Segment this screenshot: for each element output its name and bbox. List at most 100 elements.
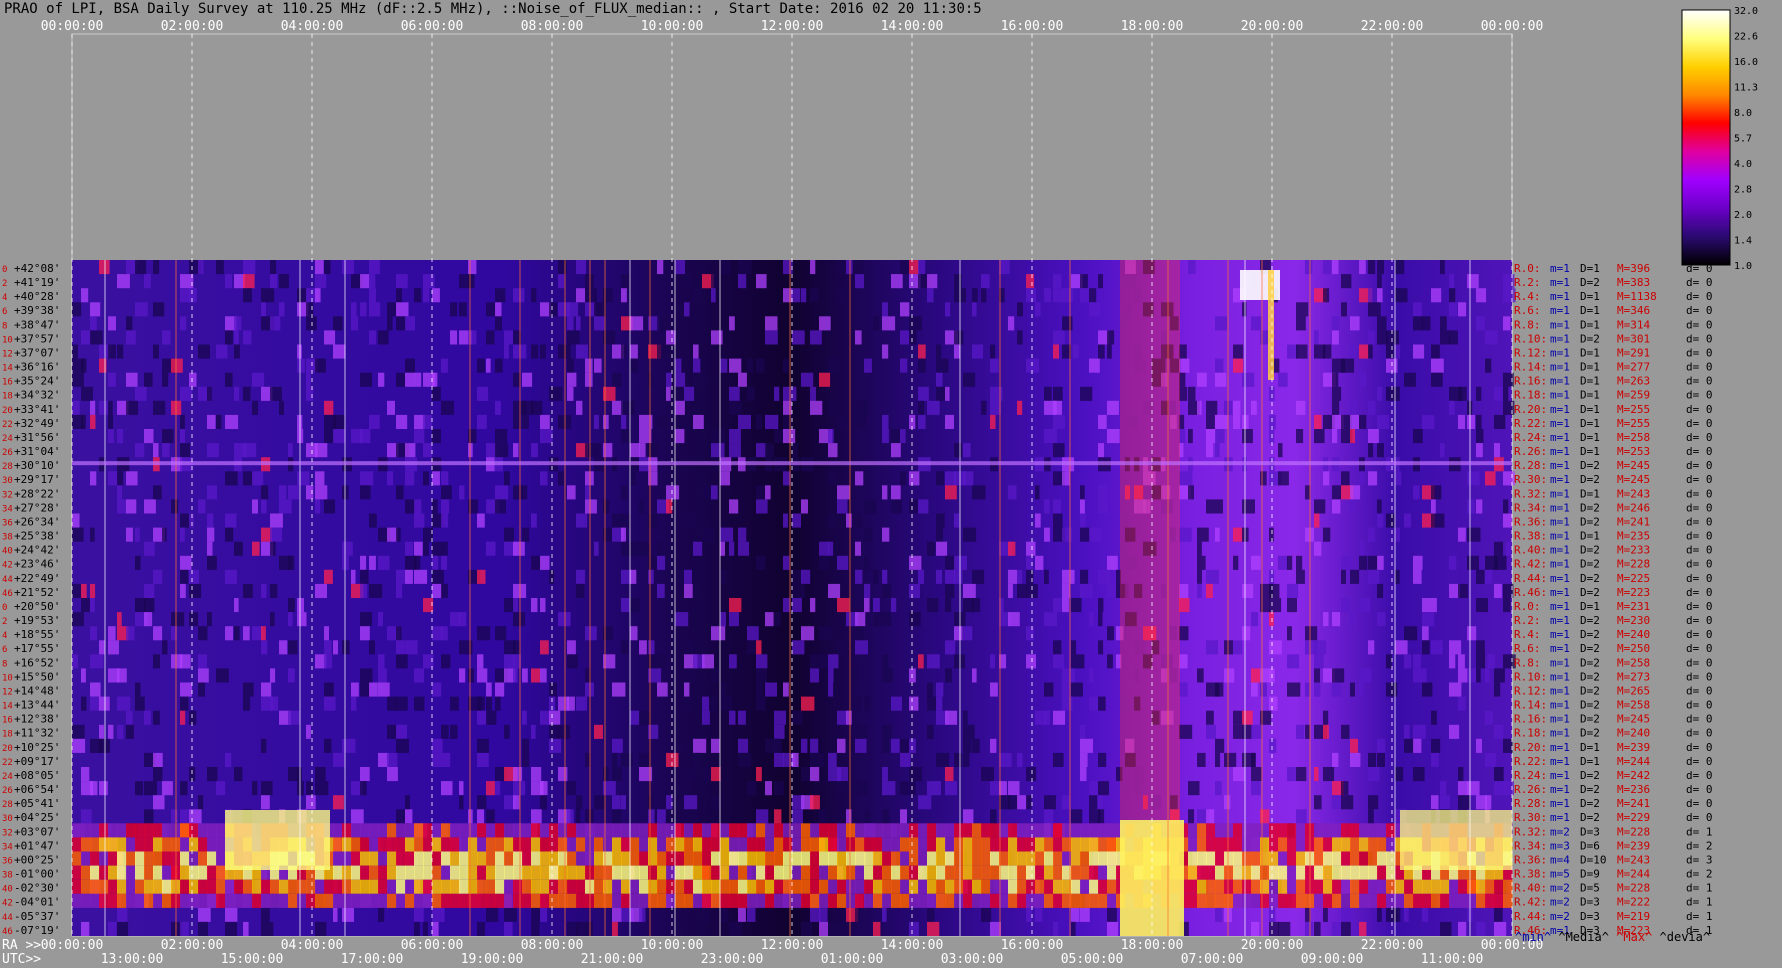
band-cell [963,851,973,866]
band-cell [1026,823,1036,838]
row-stat-dev: d= 0 [1686,290,1713,303]
noise-cell [684,274,693,289]
band-cell [963,837,973,852]
noise-cell [1098,443,1104,458]
noise-cell [774,809,782,824]
ra-tick-label: 12:00:00 [761,938,824,953]
noise-cell [414,555,421,570]
band-cell [1404,893,1414,908]
noise-cell [1062,668,1075,683]
noise-cell [1251,752,1256,767]
band-cell [702,823,712,838]
noise-cell [954,569,963,584]
noise-cell [756,654,768,669]
band-cell [621,823,631,838]
row-stat-id: R.2: [1514,276,1541,289]
noise-cell [702,710,710,725]
noise-cell [1476,499,1483,514]
band-cell [1215,893,1225,908]
noise-cell [180,569,189,584]
noise-cell [1035,555,1044,570]
noise-cell [990,400,1001,415]
noise-cell [486,809,495,824]
noise-cell [783,429,796,444]
band-cell [864,879,874,894]
noise-cell [324,696,336,711]
band-cell [1449,879,1459,894]
noise-cell [1098,640,1104,655]
noise-cell [747,907,756,922]
band-cell [1269,823,1279,838]
noise-cell [729,710,736,725]
noise-cell [720,541,725,556]
band-cell [1386,865,1396,880]
band-cell [369,893,379,908]
noise-cell [558,471,564,486]
row-stat-dev: d= 0 [1686,783,1713,796]
noise-cell [1323,344,1332,359]
band-cell [1044,823,1054,838]
noise-cell [828,583,841,598]
noise-cell [369,330,377,345]
noise-cell [225,330,233,345]
band-cell [963,823,973,838]
row-stat-min: m=2 [1550,910,1570,923]
bright-source [1268,270,1274,380]
noise-cell [828,682,834,697]
row-stat-dev: d= 1 [1686,896,1713,909]
noise-cell [648,640,655,655]
band-cell [378,879,388,894]
noise-cell [117,668,127,683]
noise-cell [639,710,651,725]
band-cell [594,823,604,838]
row-stat-max: M=245 [1617,473,1650,486]
band-cell [981,837,991,852]
noise-cell [117,921,129,936]
band-cell [459,879,469,894]
row-number: 24 [2,434,13,444]
noise-cell [540,781,548,796]
band-cell [711,823,721,838]
band-cell [90,893,100,908]
band-cell [765,837,775,852]
band-cell [630,837,640,852]
noise-cell [594,443,602,458]
noise-cell [279,274,289,289]
noise-cell [216,668,229,683]
noise-cell [1395,471,1402,486]
noise-cell [324,682,334,697]
noise-cell [648,569,654,584]
noise-cell [882,809,890,824]
noise-cell [918,795,932,810]
noise-cell [243,682,254,697]
noise-cell [1071,598,1082,613]
noise-cell [702,527,715,542]
noise-cell [882,724,892,739]
row-stat-median: D=2 [1580,713,1600,726]
noise-cell [882,612,891,627]
row-number: 46 [2,927,13,937]
band-cell [396,837,406,852]
row-stat-dev: d= 0 [1686,530,1713,543]
row-number: 18 [2,730,13,740]
noise-cell [1494,907,1503,922]
row-stat-median: D=1 [1580,389,1600,402]
noise-cell [270,612,275,627]
row-stat-id: R.26: [1514,445,1547,458]
noise-cell [207,513,214,528]
row-stat-id: R.22: [1514,417,1547,430]
declination-label: +16°52' [14,656,60,669]
noise-cell [360,682,370,697]
noise-cell [441,358,448,373]
band-cell [783,865,793,880]
row-stat-dev: d= 0 [1686,558,1713,571]
colorbar-tick-label: 16.0 [1734,57,1758,68]
band-cell [540,837,550,852]
noise-cell [405,795,410,810]
band-cell [1233,879,1243,894]
noise-cell [1332,612,1341,627]
row-stat-dev: d= 3 [1686,853,1713,866]
noise-cell [1251,316,1262,331]
noise-cell [171,612,185,627]
noise-cell [1458,414,1465,429]
